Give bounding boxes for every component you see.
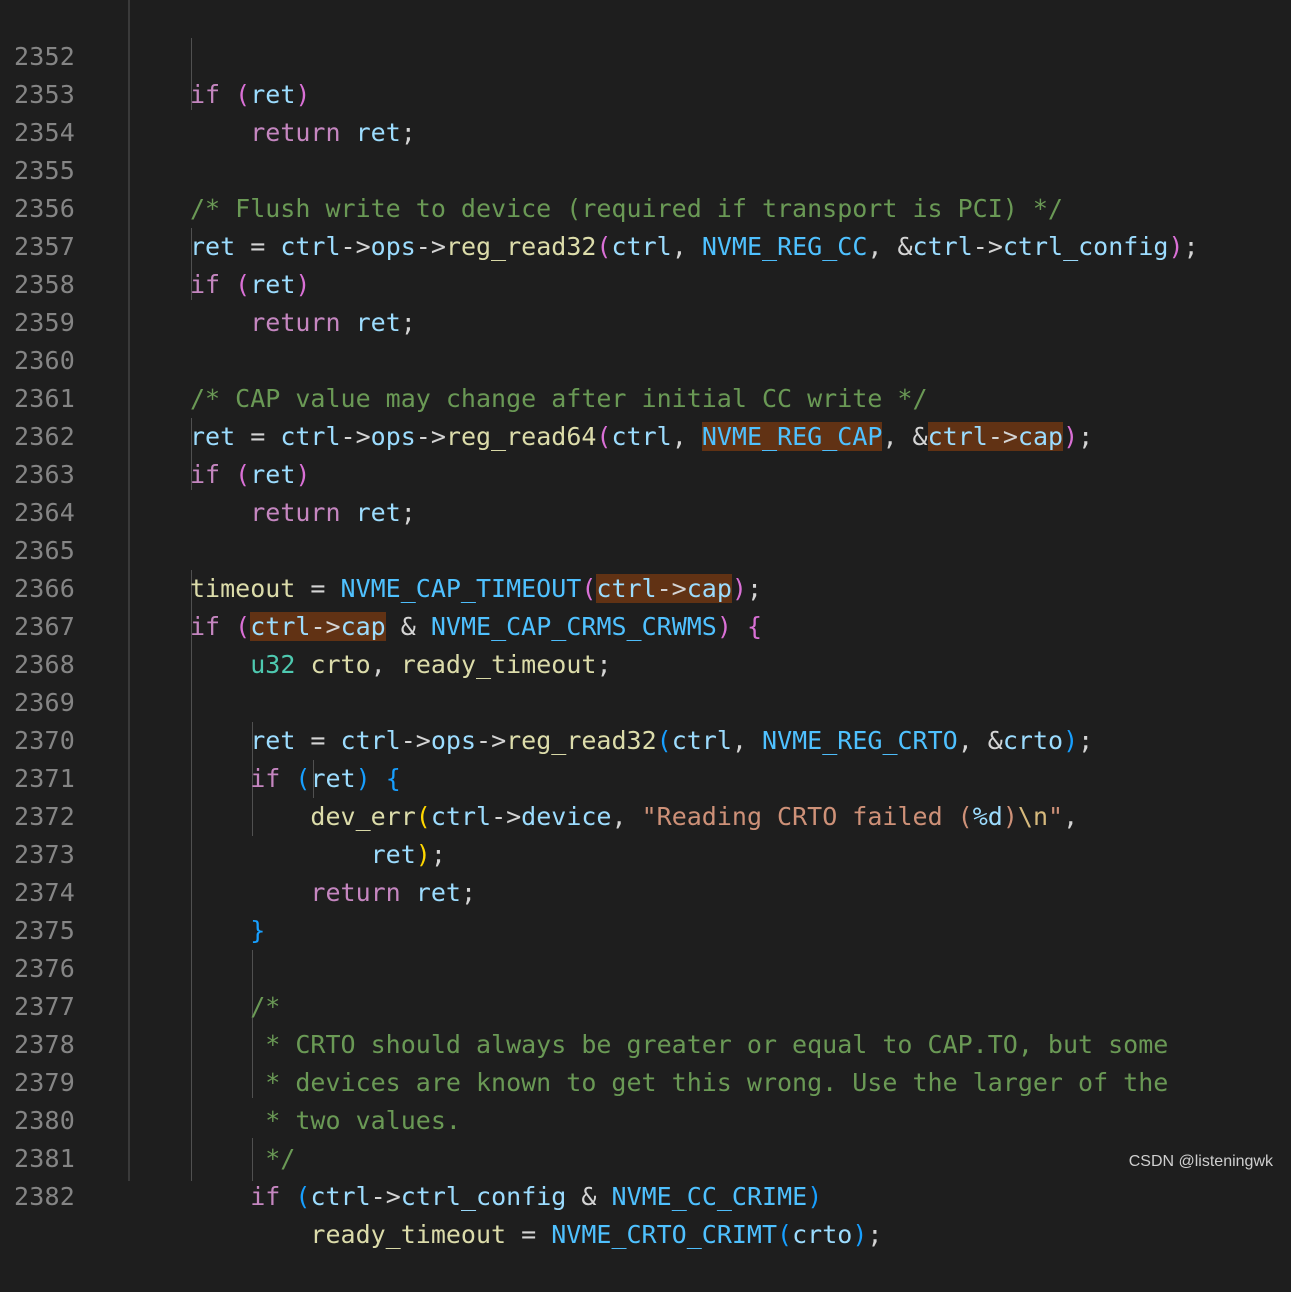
code-text: ready_timeout = NVME_CRTO_CRIMT(crto);	[310, 1220, 883, 1249]
code-editor[interactable]: 2352 if (ret) 2353 return ret; 2354 2355…	[0, 0, 1291, 1249]
code-line[interactable]: 2372 ret);	[0, 760, 1291, 869]
code-line[interactable]: 2366 if (ctrl->cap & NVME_CAP_CRMS_CRWMS…	[0, 532, 1291, 641]
code-line[interactable]: 2360 /* CAP value may change after initi…	[0, 304, 1291, 413]
code-line[interactable]: 2367 u32 crto, ready_timeout;	[0, 570, 1291, 679]
code-line[interactable]: 2357 if (ret)	[0, 190, 1291, 299]
code-line[interactable]: 2355 /* Flush write to device (required …	[0, 114, 1291, 223]
code-line[interactable]: 2378 * devices are known to get this wro…	[0, 988, 1291, 1097]
code-line[interactable]: 2353 return ret;	[0, 38, 1291, 147]
code-line[interactable]: 2380 */	[0, 1064, 1291, 1173]
code-line[interactable]: 2352 if (ret)	[0, 0, 1291, 109]
code-line[interactable]: 2365 timeout = NVME_CAP_TIMEOUT(ctrl->ca…	[0, 494, 1291, 603]
line-number: 2382	[13, 1182, 75, 1211]
code-text: if (ctrl->ctrl_config & NVME_CC_CRIME)	[250, 1182, 823, 1211]
code-line[interactable]: 2363 return ret;	[0, 418, 1291, 527]
code-line[interactable]: 2362 if (ret)	[0, 380, 1291, 489]
code-line[interactable]: 2370 if (ret) {	[0, 684, 1291, 793]
code-line[interactable]: 2356 ret = ctrl->ops->reg_read32(ctrl, N…	[0, 152, 1291, 261]
code-line[interactable]: 2374 }	[0, 836, 1291, 945]
watermark: CSDN @listeningwk	[1128, 1153, 1273, 1170]
code-line[interactable]: 2382 ready_timeout = NVME_CRTO_CRIMT(crt…	[0, 1140, 1291, 1249]
code-line[interactable]: 2368	[0, 608, 1291, 679]
code-line[interactable]: 2354	[0, 76, 1291, 147]
code-line[interactable]: 2361 ret = ctrl->ops->reg_read64(ctrl, N…	[0, 342, 1291, 451]
code-line[interactable]: 2364	[0, 456, 1291, 527]
code-line[interactable]: 2359	[0, 266, 1291, 337]
code-line[interactable]: 2381 if (ctrl->ctrl_config & NVME_CC_CRI…	[0, 1102, 1291, 1211]
code-line[interactable]: 2373 return ret;	[0, 798, 1291, 907]
code-line[interactable]: 2358 return ret;	[0, 228, 1291, 337]
code-line[interactable]: 2369 ret = ctrl->ops->reg_read32(ctrl, N…	[0, 646, 1291, 755]
code-line[interactable]: 2377 * CRTO should always be greater or …	[0, 950, 1291, 1059]
code-line[interactable]: 2371 dev_err(ctrl->device, "Reading CRTO…	[0, 722, 1291, 831]
code-line[interactable]: 2375	[0, 874, 1291, 945]
code-line[interactable]: 2379 * two values.	[0, 1026, 1291, 1135]
code-line[interactable]: 2376 /*	[0, 912, 1291, 1021]
